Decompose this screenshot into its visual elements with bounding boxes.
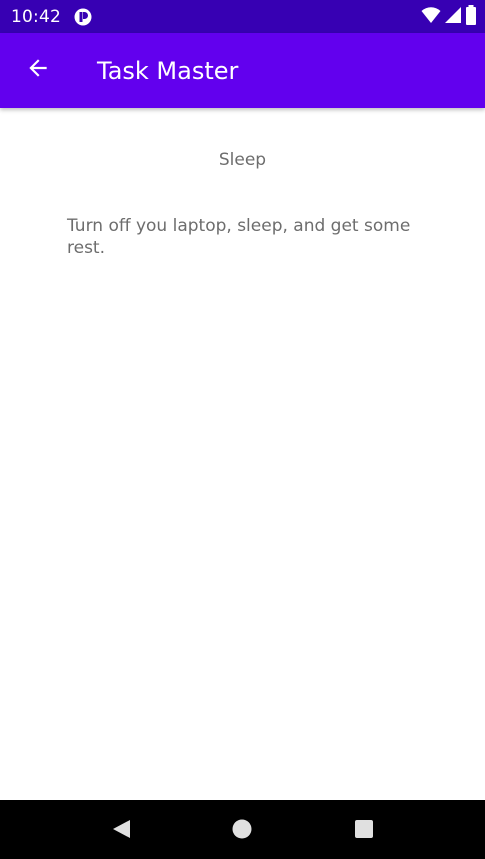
app-notification-icon [74, 8, 92, 26]
nav-back-button[interactable] [108, 818, 134, 844]
status-time: 10:42 [11, 7, 61, 27]
nav-recents-button[interactable] [351, 818, 377, 844]
screen: 10:42 Task Master Sleep Turn off you lap… [0, 0, 485, 859]
recents-square-icon [353, 818, 375, 845]
task-body: Turn off you laptop, sleep, and get some… [67, 216, 411, 258]
home-circle-icon [231, 818, 253, 845]
status-bar: 10:42 [0, 0, 485, 33]
navigation-bar [0, 800, 485, 859]
app-bar: Task Master [0, 33, 485, 108]
back-triangle-icon [110, 818, 132, 845]
wifi-icon [421, 6, 441, 29]
status-icons [421, 4, 477, 30]
arrow-back-icon [25, 55, 51, 86]
back-button[interactable] [18, 50, 58, 90]
nav-home-button[interactable] [229, 818, 255, 844]
battery-icon [465, 4, 477, 30]
task-title: Sleep [218, 150, 267, 170]
cellular-signal-icon [444, 6, 462, 29]
app-title: Task Master [97, 57, 239, 85]
